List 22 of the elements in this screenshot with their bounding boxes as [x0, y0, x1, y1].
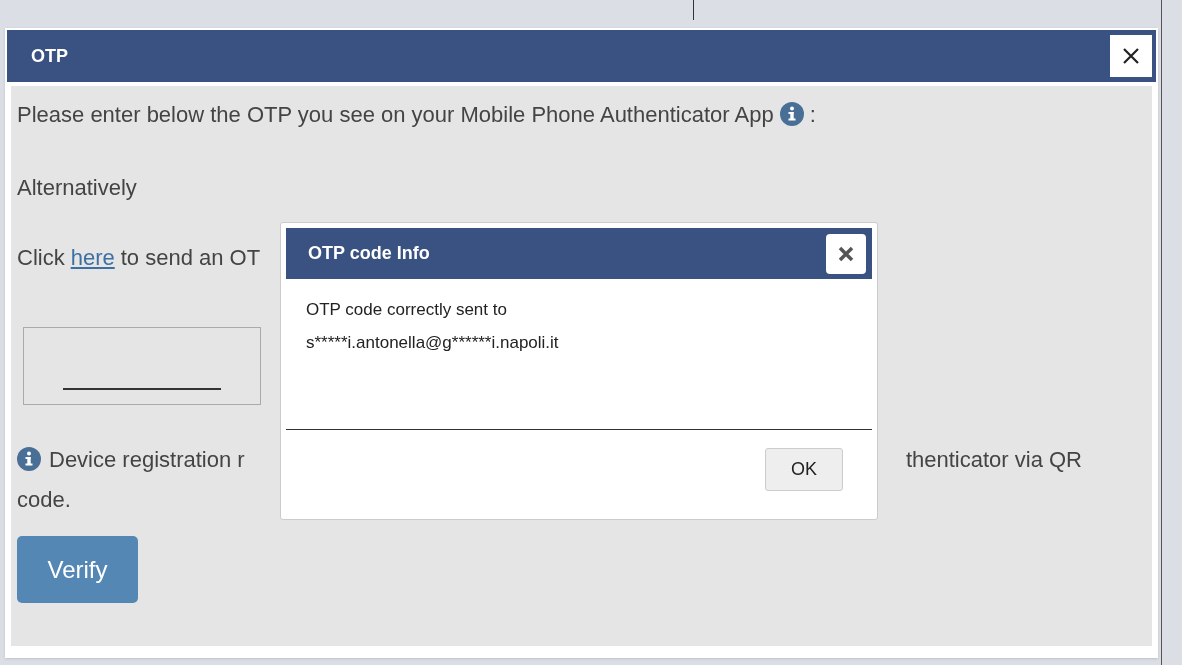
- here-link[interactable]: here: [70, 241, 115, 273]
- colon-text: :: [809, 100, 816, 129]
- send-otp-text: to send an OT: [120, 244, 261, 272]
- otp-input-field[interactable]: [23, 327, 261, 405]
- close-icon: [1122, 47, 1140, 65]
- close-icon: [837, 244, 855, 263]
- instruction-text: Please enter below the OTP you see on your Mobile Phone Authenticator App: [17, 100, 774, 129]
- close-button[interactable]: [826, 233, 866, 274]
- info-icon: [779, 102, 804, 126]
- info-title: OTP code Info: [308, 242, 430, 265]
- alternatively-text: Alternatively: [17, 174, 138, 202]
- ok-button[interactable]: OK: [765, 448, 843, 491]
- device-note-text: Device registration r: [49, 445, 245, 474]
- info-message: OTP code correctly sent to: [306, 299, 508, 321]
- device-note-text: thenticator via QR: [905, 445, 1082, 474]
- device-note-text: code.: [17, 486, 72, 514]
- click-text: Click: [17, 244, 65, 272]
- dialog-title: OTP: [31, 44, 68, 68]
- info-icon: [17, 447, 41, 471]
- email-text: s*****i.antonella@g******i.napoli.it: [306, 332, 560, 354]
- verify-button[interactable]: Verify: [17, 536, 138, 603]
- close-button[interactable]: [1110, 35, 1152, 77]
